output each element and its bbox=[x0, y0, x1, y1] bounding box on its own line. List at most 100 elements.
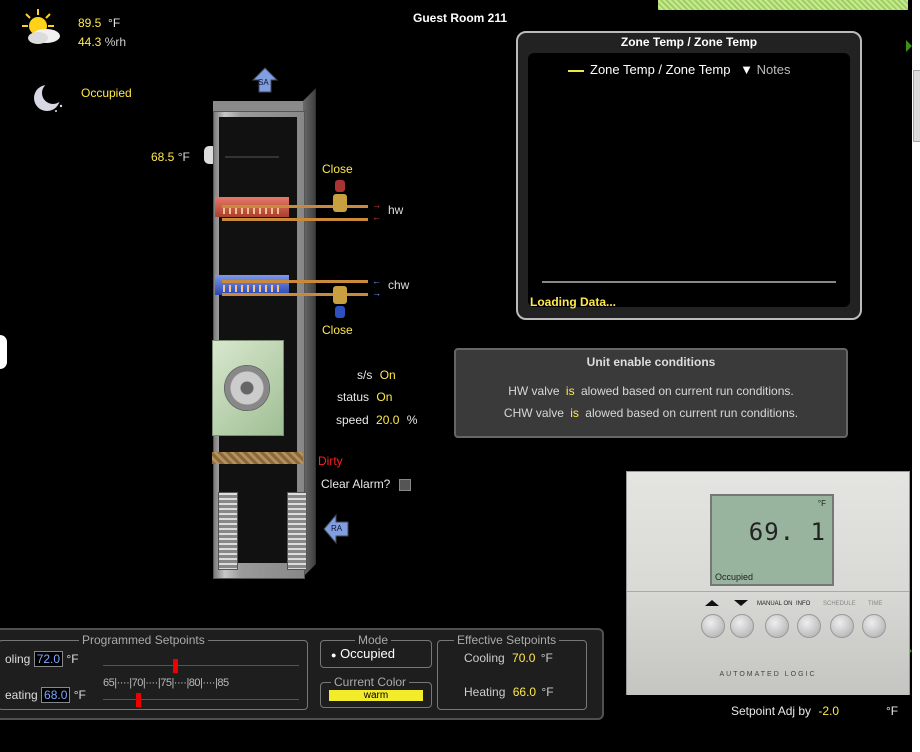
trend-plot[interactable]: Zone Temp / Zone Temp ▼ Notes bbox=[528, 53, 850, 307]
current-color-bar: warm bbox=[329, 690, 423, 701]
effective-setpoints: Effective Setpoints Cooling 70.0 °F Heat… bbox=[437, 633, 587, 710]
chw-enable-suffix: alowed based on current run conditions. bbox=[585, 406, 799, 420]
chw-valve-status: Close bbox=[322, 323, 353, 337]
trend-loading: Loading Data... bbox=[530, 295, 617, 309]
thermostat-reading: 69. 1 bbox=[748, 518, 826, 546]
page-scrollbar[interactable] bbox=[912, 0, 920, 752]
thermostat-down-button[interactable] bbox=[730, 614, 754, 638]
left-louver bbox=[218, 492, 238, 570]
filter-status: Dirty bbox=[318, 454, 343, 468]
right-louver bbox=[287, 492, 307, 570]
trend-series-swatch bbox=[568, 69, 584, 72]
fan-status-label: status bbox=[337, 390, 370, 404]
effective-cooling-label: Cooling bbox=[464, 651, 505, 665]
programmed-cooling-row: oling 72.0 °F bbox=[5, 651, 79, 667]
supply-air-label: SA bbox=[258, 78, 269, 87]
setpoint-adj-value: -2.0 bbox=[818, 704, 840, 718]
space-temp-value: 68.5 bbox=[151, 150, 175, 164]
mode-value: Occupied bbox=[340, 646, 395, 661]
outdoor-rh-unit: %rh bbox=[104, 35, 127, 49]
setpoint-adj-label: Setpoint Adj by bbox=[731, 704, 812, 718]
hw-valve-status: Close bbox=[322, 162, 353, 176]
hw-enable-state: is bbox=[565, 384, 575, 398]
fan-speed-row: speed 20.0 % bbox=[336, 413, 417, 427]
schedule-button[interactable] bbox=[830, 614, 854, 638]
fan-ss-value: On bbox=[379, 368, 396, 382]
right-collapse-arrow[interactable] bbox=[906, 40, 912, 52]
air-filter bbox=[212, 452, 303, 464]
hw-enable-prefix: HW valve bbox=[508, 384, 560, 398]
chw-valve-body bbox=[333, 286, 347, 304]
chw-valve-icon[interactable] bbox=[335, 306, 345, 318]
thermostat-status: Occupied bbox=[715, 572, 754, 582]
cooling-coil bbox=[215, 275, 289, 295]
chw-enable-state: is bbox=[570, 406, 579, 420]
fan-speed-unit: % bbox=[406, 413, 418, 427]
space-temp: 68.5 °F bbox=[151, 150, 190, 164]
hw-return-pipe bbox=[222, 218, 368, 221]
down-arrow-icon[interactable] bbox=[734, 600, 748, 606]
hw-valve-body bbox=[333, 194, 347, 212]
effective-heating-row: Heating 66.0 °F bbox=[464, 685, 554, 699]
scroll-thumb[interactable] bbox=[913, 70, 920, 142]
effective-heating-label: Heating bbox=[464, 685, 506, 699]
return-air-label: RA bbox=[331, 524, 343, 533]
manual-on-label: MANUAL ON bbox=[757, 601, 793, 607]
clear-alarm-label: Clear Alarm? bbox=[321, 477, 391, 491]
trend-title: Zone Temp / Zone Temp bbox=[620, 35, 758, 49]
fan-status-value: On bbox=[376, 390, 393, 404]
hw-valve-icon[interactable] bbox=[335, 180, 345, 192]
outdoor-temp: 89.5 °F bbox=[78, 16, 120, 30]
programmed-cooling-label: oling bbox=[5, 652, 31, 666]
occupancy-status: Occupied bbox=[81, 86, 132, 100]
effective-heating-unit: °F bbox=[541, 685, 554, 699]
cooling-slider-track[interactable] bbox=[103, 665, 299, 666]
programmed-heating-label: eating bbox=[5, 688, 38, 702]
effective-cooling-unit: °F bbox=[540, 651, 553, 665]
current-color-box: Current Color warm bbox=[320, 675, 432, 708]
ahu-top bbox=[213, 101, 313, 111]
programmed-cooling-unit: °F bbox=[66, 652, 79, 666]
programmed-legend: Programmed Setpoints bbox=[79, 633, 208, 647]
mode-value-row[interactable]: ● Occupied bbox=[331, 646, 395, 661]
corner-pattern bbox=[658, 0, 908, 10]
info-button[interactable] bbox=[797, 614, 821, 638]
time-button[interactable] bbox=[862, 614, 886, 638]
hw-enable-row: HW valve is alowed based on current run … bbox=[456, 384, 846, 398]
programmed-heating-row: eating 68.0 °F bbox=[5, 687, 86, 703]
info-label: INFO bbox=[796, 601, 811, 607]
up-arrow-icon[interactable] bbox=[705, 600, 719, 606]
outdoor-rh: 44.3 %rh bbox=[78, 35, 126, 49]
heating-slider-track[interactable] bbox=[103, 699, 299, 700]
setpoint-scale: 65|····|70|····|75|····|80|····|85 bbox=[103, 677, 229, 689]
setpoints-panel: Programmed Setpoints oling 72.0 °F eatin… bbox=[0, 628, 604, 720]
programmed-cooling-input[interactable]: 72.0 bbox=[33, 651, 64, 667]
unit-enable-conditions: Unit enable conditions HW valve is alowe… bbox=[454, 348, 848, 438]
space-temp-unit: °F bbox=[177, 150, 190, 164]
setpoint-adj: Setpoint Adj by -2.0 bbox=[731, 704, 839, 718]
programmed-heating-input[interactable]: 68.0 bbox=[41, 687, 71, 703]
thermostat-up-button[interactable] bbox=[701, 614, 725, 638]
manual-on-button[interactable] bbox=[765, 614, 789, 638]
left-expand-tab[interactable] bbox=[0, 335, 7, 369]
page-title: Guest Room 211 bbox=[412, 11, 508, 25]
effective-legend: Effective Setpoints bbox=[454, 633, 560, 647]
clear-alarm-checkbox[interactable] bbox=[398, 478, 411, 491]
chw-enable-row: CHW valve is alowed based on current run… bbox=[456, 406, 846, 420]
fan-wheel bbox=[224, 365, 270, 411]
time-label: TIME bbox=[868, 601, 883, 607]
heating-slider-handle[interactable] bbox=[136, 693, 141, 707]
chw-flow-arrows: ← → bbox=[372, 276, 381, 298]
return-air-arrow: RA bbox=[323, 513, 349, 547]
triangle-down-icon: ▼ bbox=[740, 62, 753, 77]
cooling-slider-handle[interactable] bbox=[173, 659, 178, 673]
trend-x-axis bbox=[542, 281, 836, 283]
notes-toggle[interactable]: ▼ Notes bbox=[740, 62, 790, 77]
air-handler-unit bbox=[212, 88, 316, 579]
effective-cooling-value: 70.0 bbox=[512, 651, 536, 665]
thermostat-display: °F 69. 1 Occupied bbox=[710, 494, 834, 586]
supply-fan bbox=[212, 340, 284, 436]
sensor-probe bbox=[225, 156, 279, 158]
outdoor-temp-unit: °F bbox=[108, 16, 121, 30]
chw-supply-pipe bbox=[222, 280, 368, 283]
